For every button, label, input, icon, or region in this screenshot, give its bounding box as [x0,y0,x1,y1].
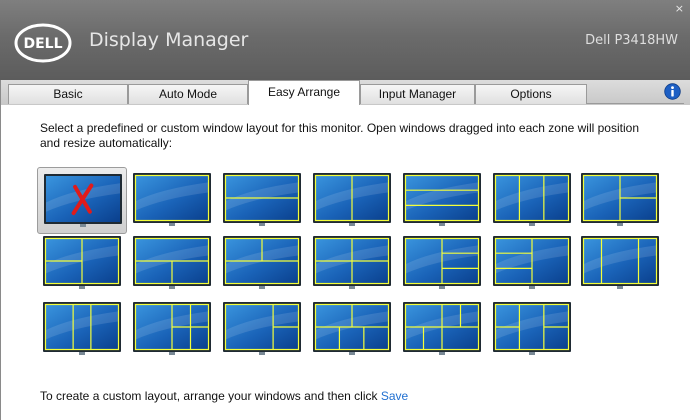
layout-option-thirds-vertical[interactable] [493,173,571,228]
layout-option-center-narrow-sides-wide[interactable] [43,302,121,357]
monitor-model: Dell P3418HW [585,33,678,48]
layout-thumbnail-icon [133,173,211,226]
layout-option-halves-horizontal[interactable] [223,173,301,228]
window-border [0,80,1,420]
layout-thumbnail-icon [43,236,121,289]
layout-option-quarters[interactable] [313,236,391,291]
layout-option-halves-vertical[interactable] [313,173,391,228]
title-bar: DELL Display Manager Dell P3418HW × [0,0,690,80]
layout-option-thirds-horizontal[interactable] [403,173,481,228]
svg-text:DELL: DELL [23,36,62,52]
layout-option-top-split-bottom-half[interactable] [223,236,301,291]
tab-basic[interactable]: Basic [8,84,128,104]
layout-option-left-split-right-half[interactable] [43,236,121,291]
layout-thumbnail-icon [403,173,481,226]
display-manager-window: DELL Display Manager Dell P3418HW × Basi… [0,0,690,420]
layout-thumbnail-icon [43,302,121,355]
layout-option-three-cols-split[interactable] [493,302,571,357]
custom-layout-text: To create a custom layout, arrange your … [40,389,378,403]
layout-thumbnail-icon [581,236,659,289]
layout-thumbnail-icon [493,173,571,226]
layout-thumbnail-icon [133,302,211,355]
layout-option-center-wide-sides-narrow[interactable] [581,236,659,291]
layout-option-grid-complex[interactable] [403,302,481,357]
layout-option-top-half-bottom-split[interactable] [133,236,211,291]
layout-thumbnail-icon [403,236,481,289]
layout-thumbnail-icon [223,302,301,355]
layout-instructions: Select a predefined or custom window lay… [40,121,639,150]
layout-thumbnail-icon [313,236,391,289]
layout-thumbnail-icon [313,302,391,355]
layout-option-off[interactable] [37,167,127,234]
close-icon[interactable]: × [675,2,684,15]
app-title: Display Manager [89,29,249,51]
layout-option-left-wide-right-split[interactable] [223,302,301,357]
tab-easy-arrange[interactable]: Easy Arrange [248,80,360,105]
info-icon[interactable] [664,83,681,100]
layout-thumbnail-icon [581,173,659,226]
layout-option-full[interactable] [133,173,211,228]
layout-thumbnail-icon [313,173,391,226]
layout-thumbnail-icon [44,174,122,227]
tab-auto-mode[interactable]: Auto Mode [128,84,248,104]
save-link[interactable]: Save [381,389,408,403]
dell-logo: DELL [14,23,72,63]
layout-option-left-half-right-split[interactable] [581,173,659,228]
layout-option-left-half-right-thirds[interactable] [403,236,481,291]
tab-options[interactable]: Options [475,84,587,104]
layout-thumbnail-icon [403,302,481,355]
layout-thumbnail-icon [223,173,301,226]
layout-option-left-half-right-grid[interactable] [133,302,211,357]
layout-thumbnail-icon [223,236,301,289]
layout-thumbnail-icon [493,302,571,355]
layout-thumbnail-icon [493,236,571,289]
layout-option-top-split-bottom-three[interactable] [313,302,391,357]
layout-thumbnail-icon [133,236,211,289]
custom-layout-hint: To create a custom layout, arrange your … [40,389,408,403]
layout-option-left-thirds-right-half[interactable] [493,236,571,291]
tab-input-manager[interactable]: Input Manager [360,84,475,104]
